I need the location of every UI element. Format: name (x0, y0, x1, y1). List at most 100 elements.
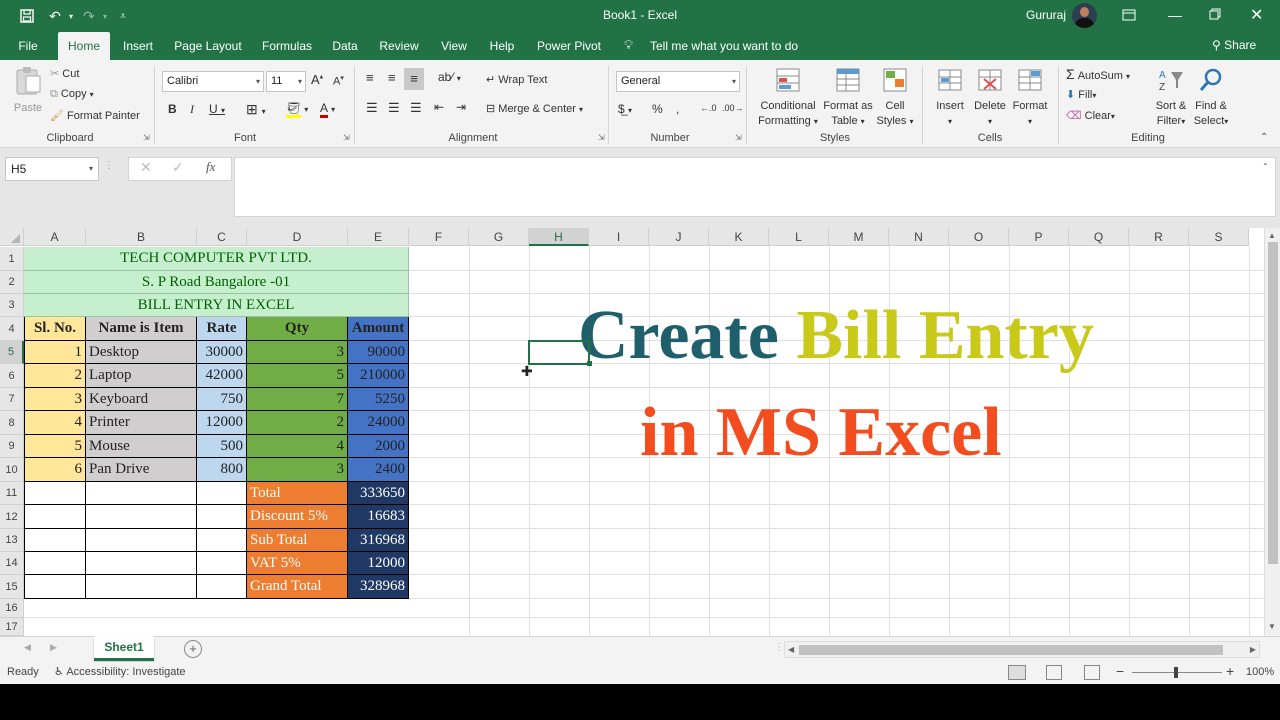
accessibility-button[interactable]: ♿︎ Accessibility: Investigate (54, 665, 186, 678)
scroll-left-icon[interactable]: ◀ (24, 642, 31, 653)
header-item-name[interactable]: Name is Item (86, 317, 197, 341)
tab-data[interactable]: Data (328, 32, 362, 60)
enter-icon[interactable]: ✓ (172, 159, 184, 176)
dialog-launcher-icon[interactable]: ⇲ (343, 133, 350, 142)
row-header[interactable]: 1 (0, 247, 24, 271)
expand-formula-bar-icon[interactable]: ⌃ (1262, 162, 1269, 171)
empty-cell[interactable] (24, 552, 86, 575)
orientation-icon[interactable]: ab⁄ ▾ (438, 70, 461, 84)
column-header-c[interactable]: C (197, 228, 247, 246)
cell-sl-no[interactable]: 1 (24, 341, 86, 364)
find-select-button[interactable]: Find & Select▾ (1190, 66, 1232, 129)
row-header[interactable]: 16 (0, 599, 24, 618)
horizontal-scroll-thumb[interactable] (799, 645, 1223, 655)
column-header-q[interactable]: Q (1069, 228, 1129, 246)
empty-cell[interactable] (86, 529, 197, 552)
sheet-title-address[interactable]: S. P Road Bangalore -01 (24, 271, 409, 294)
number-format-select[interactable]: General ▾ (616, 71, 740, 92)
redo-dropdown-icon[interactable]: ▾ (96, 7, 114, 25)
zoom-out-icon[interactable]: − (1116, 663, 1124, 679)
bold-icon[interactable]: B (168, 102, 177, 116)
autosum-button[interactable]: Σ AutoSum ▾ (1066, 66, 1130, 82)
formula-input[interactable] (234, 157, 1276, 217)
header-rate[interactable]: Rate (197, 317, 247, 341)
column-header-r[interactable]: R (1129, 228, 1189, 246)
dialog-launcher-icon[interactable]: ⇲ (735, 133, 742, 142)
copy-button[interactable]: ⧉ Copy ▾ (50, 88, 94, 101)
horizontal-scrollbar[interactable]: ◀ ▶ (784, 641, 1260, 658)
italic-icon[interactable]: I (190, 102, 194, 117)
wrap-text-button[interactable]: ↵ Wrap Text (486, 73, 547, 86)
cell-amount[interactable]: 5250 (348, 388, 409, 411)
row-header[interactable]: 6 (0, 364, 24, 388)
summary-value[interactable]: 328968 (348, 575, 409, 599)
selected-cell[interactable] (528, 340, 590, 365)
save-icon[interactable] (18, 7, 36, 25)
font-name-select[interactable]: Calibri ▾ (162, 71, 264, 92)
column-header-b[interactable]: B (86, 228, 197, 246)
column-header-j[interactable]: J (649, 228, 709, 246)
header-sl-no[interactable]: Sl. No. (24, 317, 86, 341)
cell-qty[interactable]: 7 (247, 388, 348, 411)
tab-file[interactable]: File (10, 32, 46, 60)
zoom-in-icon[interactable]: + (1226, 663, 1234, 679)
cell-qty[interactable]: 5 (247, 364, 348, 388)
font-size-select[interactable]: 11 ▾ (266, 71, 306, 92)
cell-qty[interactable]: 3 (247, 458, 348, 482)
tab-review[interactable]: Review (376, 32, 422, 60)
paste-button[interactable]: Paste (10, 66, 46, 116)
cell-sl-no[interactable]: 6 (24, 458, 86, 482)
column-header-s[interactable]: S (1189, 228, 1249, 246)
empty-cell[interactable] (24, 505, 86, 529)
align-center-icon[interactable]: ☰ (388, 100, 400, 116)
tab-page-layout[interactable]: Page Layout (170, 32, 246, 60)
row-header[interactable]: 7 (0, 388, 24, 411)
summary-value[interactable]: 12000 (348, 552, 409, 575)
row-header[interactable]: 8 (0, 411, 24, 435)
fill-button[interactable]: ⬇︎ Fill▾ (1066, 88, 1096, 101)
summary-value[interactable]: 333650 (348, 482, 409, 505)
customize-toolbar-icon[interactable]: ⩡ (114, 7, 132, 25)
cell-qty[interactable]: 2 (247, 411, 348, 435)
align-middle-icon[interactable]: ≡ (388, 70, 396, 85)
restore-icon[interactable] (1209, 8, 1221, 23)
cell-sl-no[interactable]: 2 (24, 364, 86, 388)
cell-item-name[interactable]: Keyboard (86, 388, 197, 411)
cell-amount[interactable]: 210000 (348, 364, 409, 388)
column-header-n[interactable]: N (889, 228, 949, 246)
empty-cell[interactable] (24, 482, 86, 505)
tab-help[interactable]: Help (484, 32, 520, 60)
empty-cell[interactable] (197, 482, 247, 505)
row-header[interactable]: 11 (0, 482, 24, 505)
fill-color-icon[interactable]: 🪣︎ ▾ (286, 101, 308, 118)
column-header-g[interactable]: G (469, 228, 529, 246)
cell-rate[interactable]: 500 (197, 435, 247, 458)
increase-decimal-icon[interactable]: ←.0 (700, 103, 717, 113)
empty-cell[interactable] (86, 552, 197, 575)
align-left-icon[interactable]: ☰ (366, 100, 378, 116)
sort-filter-button[interactable]: AZ Sort & Filter▾ (1150, 66, 1192, 129)
format-as-table-button[interactable]: Format as Table ▾ (822, 66, 874, 129)
summary-label[interactable]: Grand Total (247, 575, 348, 599)
zoom-slider-thumb[interactable] (1174, 667, 1178, 678)
decrease-font-icon[interactable]: A▾ (333, 74, 344, 88)
cell-sl-no[interactable]: 4 (24, 411, 86, 435)
empty-cell[interactable] (24, 575, 86, 599)
summary-label[interactable]: Discount 5% (247, 505, 348, 529)
sheet-title-bill[interactable]: BILL ENTRY IN EXCEL (24, 294, 409, 317)
column-header-l[interactable]: L (769, 228, 829, 246)
accounting-format-icon[interactable]: $̲ ▾ (618, 102, 632, 116)
more-options-icon[interactable]: ⋮ (774, 642, 784, 653)
clear-button[interactable]: ⌫ Clear▾ (1066, 109, 1115, 122)
decrease-indent-icon[interactable]: ⇤ (434, 100, 444, 114)
tab-home[interactable]: Home (58, 32, 110, 60)
insert-function-icon[interactable]: fx (206, 159, 215, 175)
font-color-icon[interactable]: A ▾ (320, 101, 335, 118)
cell-item-name[interactable]: Mouse (86, 435, 197, 458)
tab-insert[interactable]: Insert (118, 32, 158, 60)
dialog-launcher-icon[interactable]: ⇲ (598, 133, 605, 142)
scroll-right-icon[interactable]: ▶ (50, 642, 57, 653)
align-bottom-icon[interactable]: ≡ (404, 68, 424, 90)
percent-icon[interactable]: % (652, 102, 663, 116)
summary-label[interactable]: Total (247, 482, 348, 505)
